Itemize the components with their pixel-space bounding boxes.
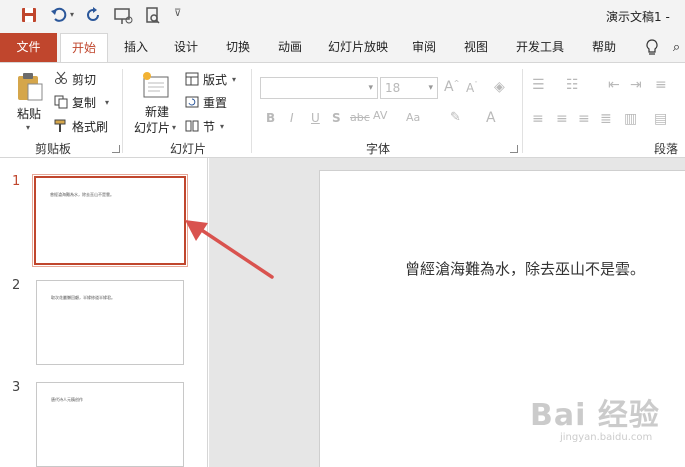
tab-animations[interactable]: 动画 bbox=[268, 33, 312, 62]
clear-formatting-icon[interactable]: ◈ bbox=[494, 79, 505, 95]
font-name-combo[interactable]: ▾ bbox=[260, 77, 378, 99]
cut-icon[interactable] bbox=[54, 70, 68, 89]
clipboard-launcher-icon[interactable] bbox=[112, 145, 120, 153]
redo-icon[interactable] bbox=[84, 6, 104, 26]
copy-label[interactable]: 复制 bbox=[72, 94, 96, 111]
clipboard-group-label: 剪贴板 bbox=[35, 142, 72, 156]
reset-icon[interactable] bbox=[185, 94, 199, 113]
tab-developer[interactable]: 开发工具 bbox=[508, 33, 572, 62]
thumbnail-text: 曾經滄海難為水，除去巫山不是雲。 bbox=[50, 192, 114, 197]
increase-indent-icon[interactable]: ⇥ bbox=[630, 77, 642, 93]
group-separator bbox=[122, 69, 123, 153]
undo-icon[interactable] bbox=[50, 6, 70, 26]
cut-label[interactable]: 剪切 bbox=[72, 71, 96, 88]
tab-design[interactable]: 设计 bbox=[166, 33, 206, 62]
watermark-brand: Bai 经验 bbox=[530, 398, 660, 433]
align-center-icon[interactable]: ≡ bbox=[556, 111, 568, 127]
bullets-icon[interactable]: ☰ bbox=[532, 77, 545, 93]
font-group-label: 字体 bbox=[366, 142, 391, 156]
font-size-dropdown-icon[interactable]: ▾ bbox=[428, 83, 433, 93]
new-slide-icon[interactable] bbox=[140, 69, 172, 105]
ribbon: 粘贴 ▾ 剪切 复制 ▾ 格式刷 剪贴板 新建 幻灯片 ▾ 版式 ▾ 重置 节 … bbox=[0, 62, 685, 158]
watermark: Bai 经验 jingyan.baidu.com bbox=[530, 390, 660, 443]
decrease-font-icon[interactable]: Aˇ bbox=[466, 81, 478, 95]
layout-label[interactable]: 版式 bbox=[203, 71, 227, 88]
annotation-arrow bbox=[185, 220, 274, 279]
strikethrough-button[interactable]: abc bbox=[350, 111, 370, 124]
layout-icon[interactable] bbox=[185, 71, 199, 90]
numbering-icon[interactable]: ☷ bbox=[566, 77, 579, 93]
columns-icon[interactable]: ▤ bbox=[654, 111, 667, 127]
slide-number: 2 bbox=[12, 278, 21, 293]
tab-insert[interactable]: 插入 bbox=[116, 33, 156, 62]
copy-icon[interactable] bbox=[54, 94, 68, 113]
slide-number: 1 bbox=[12, 174, 21, 189]
font-launcher-icon[interactable] bbox=[510, 145, 518, 153]
paragraph-group-label: 段落 bbox=[654, 142, 679, 156]
slide-thumbnails-pane: 1 曾經滄海難為水，除去巫山不是雲。 2 取次花叢懶回顧，半緣修道半緣君。 3 … bbox=[0, 158, 208, 467]
tab-review[interactable]: 审阅 bbox=[404, 33, 444, 62]
justify-icon[interactable]: ≣ bbox=[600, 111, 612, 127]
font-size-value: 18 bbox=[385, 81, 401, 95]
slide-thumbnail-2[interactable]: 取次花叢懶回顧，半緣修道半緣君。 bbox=[36, 280, 184, 365]
line-spacing-icon[interactable]: ≡ bbox=[655, 77, 667, 93]
distribute-icon[interactable]: ▥ bbox=[624, 111, 637, 127]
quick-access-toolbar: ▾ ⊽ 演示文稿1 - bbox=[0, 0, 685, 33]
copy-dropdown-icon[interactable]: ▾ bbox=[105, 98, 109, 107]
tab-home[interactable]: 开始 bbox=[60, 33, 108, 63]
save-icon[interactable] bbox=[20, 6, 40, 26]
group-separator bbox=[522, 69, 523, 153]
slide-thumbnail-3[interactable]: 唐代诗人元稹创作 bbox=[36, 382, 184, 467]
font-size-combo[interactable]: 18 ▾ bbox=[380, 77, 438, 99]
align-left-icon[interactable]: ≡ bbox=[532, 111, 544, 127]
customize-toolbar-icon[interactable]: ⊽ bbox=[174, 8, 194, 28]
section-dropdown-icon[interactable]: ▾ bbox=[220, 122, 224, 131]
reset-label[interactable]: 重置 bbox=[203, 94, 227, 111]
align-right-icon[interactable]: ≡ bbox=[578, 111, 590, 127]
tab-slideshow[interactable]: 幻灯片放映 bbox=[322, 33, 394, 62]
change-case-button[interactable]: Aa bbox=[406, 111, 420, 124]
paste-label[interactable]: 粘贴 bbox=[17, 105, 41, 122]
char-spacing-button[interactable]: AV bbox=[373, 109, 387, 122]
tab-help[interactable]: 帮助 bbox=[584, 33, 624, 62]
tab-transitions[interactable]: 切换 bbox=[216, 33, 260, 62]
paste-icon[interactable] bbox=[14, 71, 44, 107]
decrease-indent-icon[interactable]: ⇤ bbox=[608, 77, 620, 93]
window-title: 演示文稿1 - bbox=[606, 10, 670, 24]
thumbnail-text: 唐代诗人元稹创作 bbox=[51, 397, 83, 402]
shadow-button[interactable]: S bbox=[332, 111, 341, 125]
font-name-dropdown-icon[interactable]: ▾ bbox=[368, 83, 373, 93]
bold-button[interactable]: B bbox=[266, 111, 275, 125]
italic-button[interactable]: I bbox=[290, 111, 294, 125]
presentation-icon[interactable] bbox=[112, 6, 133, 26]
search-icon[interactable]: ⌕ bbox=[668, 33, 685, 62]
tab-file[interactable]: 文件 bbox=[0, 33, 57, 62]
section-label[interactable]: 节 bbox=[203, 118, 215, 135]
ribbon-tabs: 文件 开始 插入 设计 切换 动画 幻灯片放映 审阅 视图 开发工具 帮助 ⌕ bbox=[0, 33, 685, 63]
format-painter-label[interactable]: 格式刷 bbox=[72, 118, 108, 135]
lightbulb-icon[interactable] bbox=[640, 33, 664, 62]
slide-thumbnail-1[interactable]: 曾經滄海難為水，除去巫山不是雲。 bbox=[32, 174, 188, 267]
print-preview-icon[interactable] bbox=[143, 6, 163, 26]
new-slide-label-2[interactable]: 幻灯片 bbox=[134, 119, 170, 136]
thumbnail-text: 取次花叢懶回顧，半緣修道半緣君。 bbox=[51, 295, 115, 300]
paste-dropdown-icon[interactable]: ▾ bbox=[26, 123, 30, 132]
layout-dropdown-icon[interactable]: ▾ bbox=[232, 75, 236, 84]
slide-number: 3 bbox=[12, 380, 21, 395]
watermark-url: jingyan.baidu.com bbox=[560, 432, 653, 443]
underline-button[interactable]: U bbox=[311, 111, 320, 125]
tab-view[interactable]: 视图 bbox=[456, 33, 496, 62]
format-painter-icon[interactable] bbox=[54, 118, 68, 137]
new-slide-label-1[interactable]: 新建 bbox=[145, 103, 169, 120]
slides-group-label: 幻灯片 bbox=[170, 142, 207, 156]
slide-text-box[interactable]: 曾經滄海難為水，除去巫山不是雲。 bbox=[405, 258, 645, 279]
highlight-icon[interactable]: ✎ bbox=[450, 110, 461, 125]
new-slide-dropdown-icon[interactable]: ▾ bbox=[172, 123, 176, 132]
font-color-icon[interactable]: A bbox=[486, 110, 496, 126]
increase-font-icon[interactable]: A^ bbox=[444, 79, 459, 95]
section-icon[interactable] bbox=[185, 118, 199, 137]
group-separator bbox=[251, 69, 252, 153]
